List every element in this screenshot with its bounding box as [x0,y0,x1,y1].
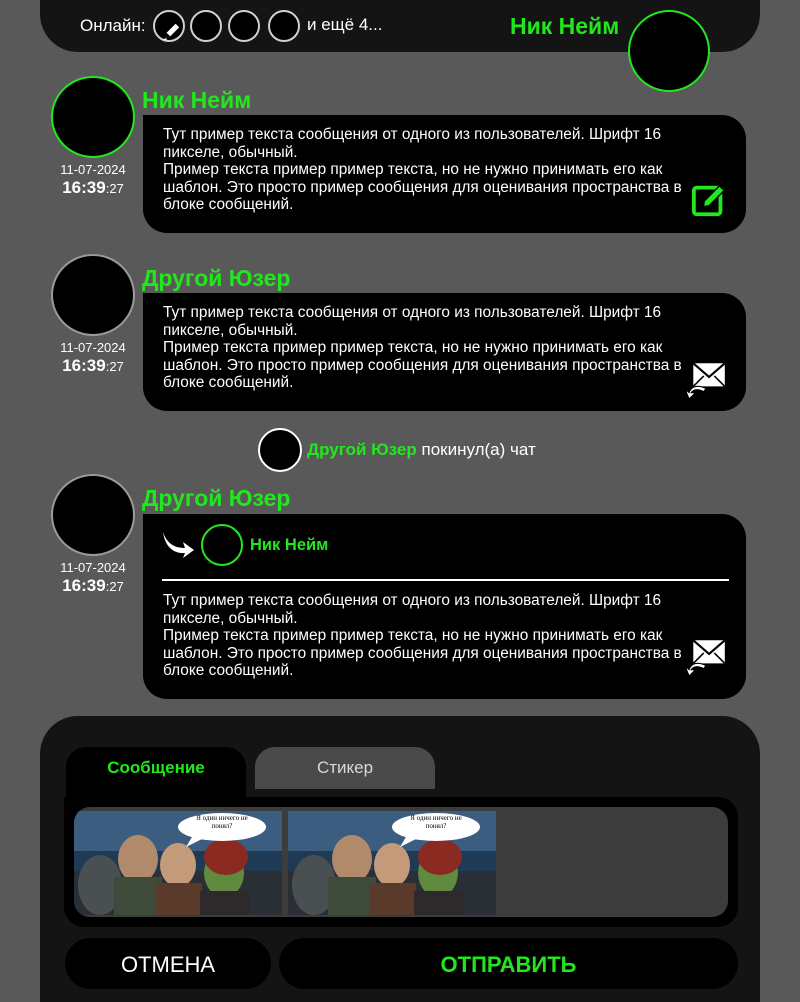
message-author-name: Другой Юзер [142,265,291,291]
message-author-avatar[interactable] [51,76,135,158]
composer-panel: Стикер Сообщение Я один ничего не понял?… [40,716,760,1002]
system-message-avatar[interactable] [258,428,302,472]
online-user-avatar[interactable] [228,10,260,42]
message-time-seconds: :27 [105,181,124,196]
sticker-panel: Я один ничего не понял? Я один ничего не… [64,797,738,927]
message-time: 16:39:27 [52,178,134,198]
message-bubble: Тут пример текста сообщения от одного из… [143,115,746,233]
reply-arrow-icon [163,532,194,558]
reply-divider [162,579,729,581]
system-message-text: покинул(а) чат [421,440,536,459]
message-author-avatar[interactable] [51,474,135,556]
online-label: Онлайн: [80,16,146,35]
online-user-avatar[interactable] [190,10,222,42]
send-button[interactable]: ОТПРАВИТЬ [279,938,738,989]
sticker-list[interactable]: Я один ничего не понял? Я один ничего не… [74,807,728,917]
sticker-caption: Я один ничего не понял? [410,814,462,830]
cancel-button[interactable]: ОТМЕНА [65,938,271,989]
message-author-name: Другой Юзер [142,485,291,511]
message-time-hm: 16:39 [62,178,106,197]
message-author-name: Ник Нейм [142,87,252,113]
reply-to-avatar[interactable] [201,524,243,566]
online-user-avatar[interactable] [268,10,300,42]
message-time: 16:39:27 [52,356,134,376]
message-text: Тут пример текста сообщения от одного из… [163,592,682,680]
message-text: Тут пример текста сообщения от одного из… [163,304,682,392]
current-user-name: Ник Нейм [510,13,620,39]
message-text: Тут пример текста сообщения от одного из… [163,126,682,214]
message-date: 11-07-2024 [60,340,126,355]
message-date: 11-07-2024 [60,560,126,575]
message-time-hm: 16:39 [62,576,106,595]
message-author-avatar[interactable] [51,254,135,336]
message-date: 11-07-2024 [60,162,126,177]
message-time-hm: 16:39 [62,356,106,375]
message-bubble: Тут пример текста сообщения от одного из… [143,293,746,411]
reply-to-name[interactable]: Ник Нейм [250,536,328,555]
message-time-seconds: :27 [105,359,124,374]
reply-mail-icon[interactable] [687,634,729,676]
reply-mail-icon[interactable] [687,357,729,399]
system-message: Другой Юзер покинул(а) чат [307,440,536,460]
pencil-icon [163,23,180,40]
sticker-item[interactable]: Я один ничего не понял? [288,811,496,915]
current-user-avatar[interactable] [628,10,710,92]
message-bubble: Ник Нейм Тут пример текста сообщения от … [143,514,746,699]
message-time: 16:39:27 [52,576,134,596]
online-more-count[interactable]: и ещё 4... [307,15,382,35]
sticker-caption: Я один ничего не понял? [196,814,248,830]
sticker-item[interactable]: Я один ничего не понял? [74,811,282,915]
message-time-seconds: :27 [105,579,124,594]
edit-icon[interactable] [691,181,729,219]
online-user-avatar[interactable] [153,10,185,42]
tab-sticker[interactable]: Стикер [255,747,435,789]
system-message-user[interactable]: Другой Юзер [307,440,417,459]
